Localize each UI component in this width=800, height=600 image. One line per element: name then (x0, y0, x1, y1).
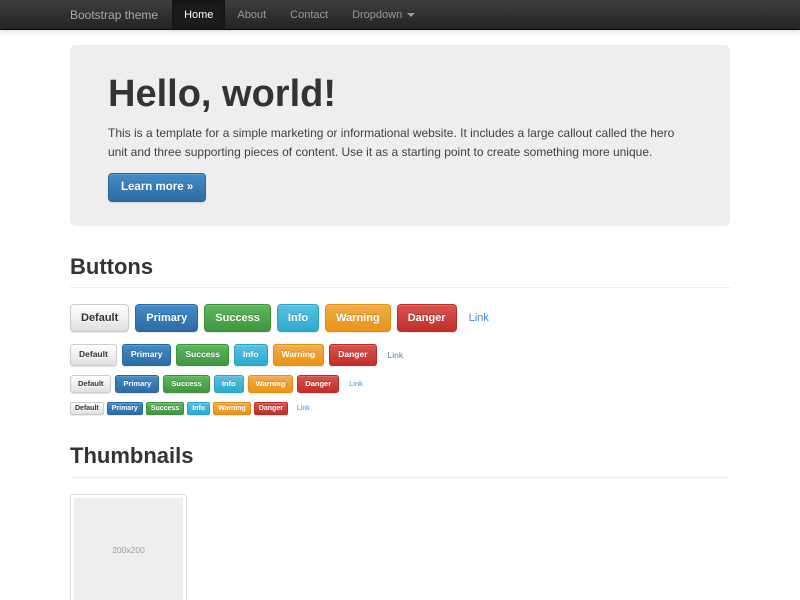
page-container: Hello, world! This is a template for a s… (70, 45, 730, 600)
info-button-md[interactable]: Info (234, 344, 268, 365)
info-button-lg[interactable]: Info (277, 304, 319, 332)
warning-button-lg[interactable]: Warning (325, 304, 391, 332)
link-button-sm[interactable]: Link (349, 379, 363, 388)
nav-item-dropdown[interactable]: Dropdown (340, 0, 427, 29)
nav-item-contact[interactable]: Contact (278, 0, 340, 29)
link-button-md[interactable]: Link (388, 350, 404, 360)
nav-item-label: Contact (290, 9, 328, 21)
thumbnail[interactable]: 200x200 (70, 494, 187, 600)
buttons-section-title: Buttons (70, 254, 730, 279)
navbar-inner: Bootstrap theme Home About Contact Dropdown (70, 0, 730, 29)
learn-more-button[interactable]: Learn more » (108, 173, 206, 202)
danger-button-md[interactable]: Danger (329, 344, 376, 365)
warning-button-xs[interactable]: Warning (213, 402, 251, 416)
warning-button-sm[interactable]: Warning (248, 375, 294, 393)
success-button-md[interactable]: Success (176, 344, 229, 365)
button-row-sm: DefaultPrimarySuccess InfoWarningDanger Li… (70, 375, 730, 393)
placeholder-label: 200x200 (112, 545, 145, 555)
info-button-xs[interactable]: Info (187, 402, 210, 416)
buttons-section-header: Buttons (70, 254, 730, 288)
caret-down-icon (407, 13, 415, 17)
warning-button-md[interactable]: Warning (273, 344, 325, 365)
nav-item-home[interactable]: Home (172, 0, 225, 29)
thumbnails-section-title: Thumbnails (70, 443, 730, 468)
primary-button-md[interactable]: Primary (122, 344, 172, 365)
success-button-xs[interactable]: Success (146, 402, 184, 416)
default-button-lg[interactable]: Default (70, 304, 129, 332)
navbar-brand[interactable]: Bootstrap theme (70, 0, 172, 29)
default-button-md[interactable]: Default (70, 344, 117, 365)
success-button-lg[interactable]: Success (204, 304, 271, 332)
hero-unit: Hello, world! This is a template for a s… (70, 45, 730, 226)
button-row-lg: DefaultPrimarySuccessInfoWarningDanger Li… (70, 304, 730, 332)
danger-button-lg[interactable]: Danger (397, 304, 457, 332)
button-row-md: DefaultPrimarySuccessInfoWarningDanger Li… (70, 344, 730, 365)
nav-item-label: Home (184, 9, 213, 21)
thumbnails-section-header: Thumbnails (70, 443, 730, 477)
button-rows: DefaultPrimarySuccessInfoWarningDangerLi… (70, 304, 730, 415)
navbar-nav: Home About Contact Dropdown (172, 0, 427, 29)
nav-item-label: About (237, 9, 266, 21)
hero-title: Hello, world! (108, 74, 692, 116)
nav-item-label: Dropdown (352, 9, 402, 21)
primary-button-lg[interactable]: Primary (135, 304, 198, 332)
default-button-sm[interactable]: Default (70, 375, 111, 393)
primary-button-sm[interactable]: Primary (115, 375, 159, 393)
placeholder-image: 200x200 (74, 498, 183, 600)
success-button-sm[interactable]: Success (163, 375, 209, 393)
danger-button-xs[interactable]: Danger (254, 402, 288, 416)
primary-button-xs[interactable]: Primary (107, 402, 143, 416)
link-button-lg[interactable]: Link (469, 312, 489, 324)
hero-text: This is a template for a simple marketin… (108, 124, 692, 162)
default-button-xs[interactable]: Default (70, 402, 104, 416)
info-button-sm[interactable]: Info (214, 375, 244, 393)
link-button-xs[interactable]: Link (297, 405, 310, 412)
button-row-xs: DefaultPrimarySuccessInfoWarningDanger Li… (70, 402, 730, 416)
navbar: Bootstrap theme Home About Contact Dropdown (0, 0, 800, 30)
nav-item-about[interactable]: About (225, 0, 278, 29)
danger-button-sm[interactable]: Danger (297, 375, 339, 393)
